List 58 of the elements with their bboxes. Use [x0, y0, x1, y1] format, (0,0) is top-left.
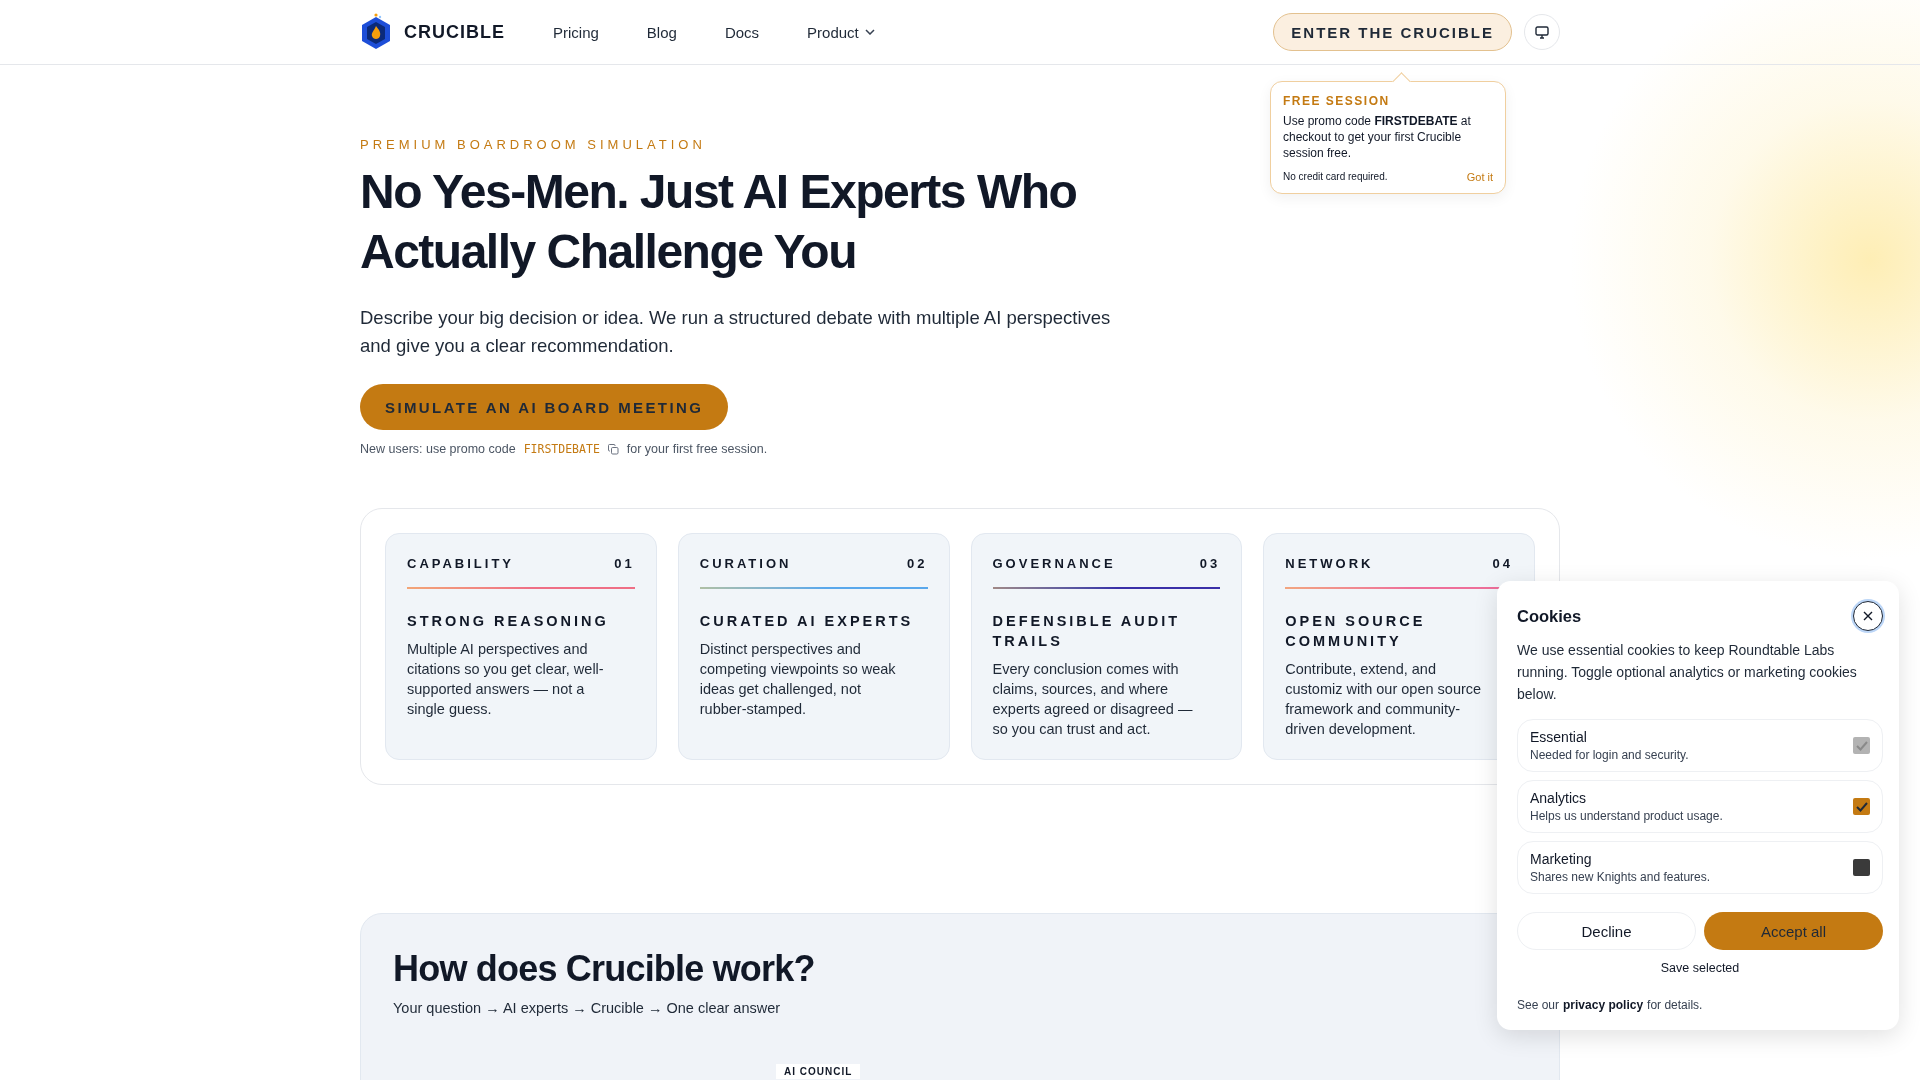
promo-note: for your first free session.	[626, 442, 768, 456]
footer-text: for details.	[1647, 998, 1703, 1012]
popover-text: Use promo code FIRSTDEBATE at checkout to get your first Crucible session free.	[1283, 113, 1472, 161]
privacy-link[interactable]: privacy policy	[1563, 998, 1644, 1012]
hero-heading: No Yes-Men. Just AI Experts Who Actually Challenge You	[360, 164, 1078, 280]
feature-title: CURATED AI EXPERTS	[699, 612, 915, 631]
cookie-title: Cookies	[1517, 606, 1582, 626]
close-icon	[1863, 611, 1873, 621]
chevron-down-icon	[864, 29, 875, 35]
copy-icon[interactable]	[607, 443, 619, 455]
feature-title: DEFENSIBLE AUDIT TRAILS	[992, 612, 1182, 651]
option-name: Marketing	[1530, 851, 1593, 867]
nav-link[interactable]: Blog	[622, 23, 701, 41]
feature-description: Every conclusion comes with claims, sources, and where experts agreed or disagreed — so you can trust and act.	[992, 660, 1194, 739]
popover-note: No credit card required.	[1283, 171, 1388, 183]
enter-button[interactable]: ENTER THE CRUCIBLE	[1273, 13, 1512, 51]
feature-number: 03	[1199, 556, 1221, 571]
footer-text: See our	[1517, 998, 1560, 1012]
feature-number: 01	[614, 556, 635, 571]
save-button[interactable]: Save selected	[1654, 960, 1746, 976]
feature-description: Distinct perspectives and competing viewpoints so weak ideas get challenged, not rubber-stamped.	[699, 640, 897, 719]
feature-category: NETWORK	[1285, 556, 1374, 571]
option-name: Analytics	[1530, 790, 1588, 806]
feature-number: 02	[907, 556, 928, 571]
nav-link[interactable]: Pricing	[529, 23, 623, 41]
feature-category: CAPABILITY	[407, 556, 515, 571]
feature-description: Multiple AI perspectives and citations so you get clear, well-supported answers — not a single guess.	[407, 640, 605, 719]
option-description: Needed for login and security.	[1530, 748, 1689, 762]
promo-code: FIRSTDEBATE	[523, 442, 600, 456]
promo-note: New users: use promo code	[360, 442, 516, 456]
feature-number: 04	[1492, 556, 1513, 571]
feature-category: GOVERNANCE	[992, 556, 1116, 571]
feature-title: OPEN SOURCE COMMUNITY	[1285, 612, 1427, 651]
council-label: AI COUNCIL	[776, 1064, 861, 1079]
option-checkbox[interactable]	[1853, 798, 1870, 815]
hero-description: Describe your big decision or idea. We run a structured debate with multiple AI perspectives and give you a clear recommendation.	[360, 306, 1112, 358]
monitor-icon	[1535, 25, 1549, 39]
feature-category: CURATION	[699, 556, 792, 571]
popover-title: FREE SESSION	[1283, 94, 1391, 108]
feature-description: Contribute, extend, and customiz with our open source framework and community-driven development.	[1285, 660, 1483, 739]
dismiss-link[interactable]: Got it	[1466, 171, 1493, 183]
nav-dropdown[interactable]: Product	[783, 23, 899, 41]
option-name: Essential	[1530, 729, 1588, 745]
option-description: Helps us understand product usage.	[1530, 809, 1723, 823]
feature-title: STRONG REASONING	[407, 612, 610, 631]
nav-link[interactable]: Docs	[700, 23, 784, 41]
decline-button[interactable]: Decline	[1517, 912, 1696, 950]
cookie-description: We use essential cookies to keep Roundtable Labs running. Toggle optional analytics or marketing cookies below.	[1517, 641, 1858, 704]
logo-icon	[360, 13, 392, 51]
section-heading: How does Crucible work?	[393, 948, 816, 990]
brand-name[interactable]: CRUCIBLE	[404, 21, 505, 43]
simulate-button[interactable]: SIMULATE AN AI BOARD MEETING	[360, 384, 729, 430]
close-button[interactable]	[1853, 601, 1883, 631]
display-button[interactable]	[1524, 14, 1560, 50]
accept-button[interactable]: Accept all	[1704, 912, 1883, 950]
option-description: Shares new Knights and features.	[1530, 870, 1711, 884]
option-checkbox[interactable]	[1853, 859, 1870, 876]
eyebrow-text: PREMIUM BOARDROOM SIMULATION	[360, 137, 706, 152]
